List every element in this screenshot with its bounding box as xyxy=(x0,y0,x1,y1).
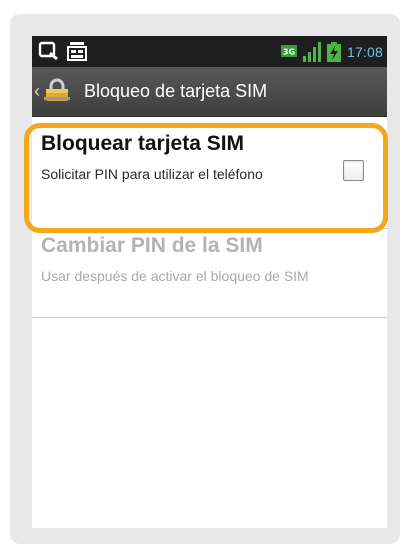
padlock-icon xyxy=(42,78,72,107)
status-left-icons xyxy=(38,41,88,61)
signal-bars-icon xyxy=(302,42,321,62)
pref-lock-sim-title: Bloquear tarjeta SIM xyxy=(41,132,245,155)
lock-sim-checkbox[interactable] xyxy=(343,160,364,181)
back-chevron-icon: ‹ xyxy=(34,80,40,101)
action-bar: ‹ Bloqueo de tarjeta SIM xyxy=(32,67,387,117)
up-navigation-button[interactable]: ‹ xyxy=(32,67,82,117)
status-clock: 17:08 xyxy=(346,44,383,60)
pref-lock-sim-card[interactable]: Bloquear tarjeta SIM Solicitar PIN para … xyxy=(32,122,387,226)
network-3g-icon: 3G xyxy=(280,45,297,59)
search-icon xyxy=(38,41,60,61)
status-right-icons: 3G 17:08 xyxy=(280,42,383,62)
phone-screen: 3G 17:08 ‹ Bloqueo de tarjeta SIM Bloque… xyxy=(32,36,387,528)
pref-lock-sim-summary: Solicitar PIN para utilizar el teléfono xyxy=(41,166,263,182)
pref-change-pin-summary: Usar después de activar el bloqueo de SI… xyxy=(41,268,309,284)
divider xyxy=(32,317,387,318)
pref-change-sim-pin[interactable]: Cambiar PIN de la SIM Usar después de ac… xyxy=(32,226,387,316)
status-bar: 3G 17:08 xyxy=(32,36,387,67)
pref-change-pin-title: Cambiar PIN de la SIM xyxy=(41,234,263,257)
screen-title: Bloqueo de tarjeta SIM xyxy=(84,81,268,101)
battery-charging-icon xyxy=(326,42,341,62)
sim-toolkit-icon xyxy=(66,41,88,61)
svg-text:3G: 3G xyxy=(283,48,295,57)
